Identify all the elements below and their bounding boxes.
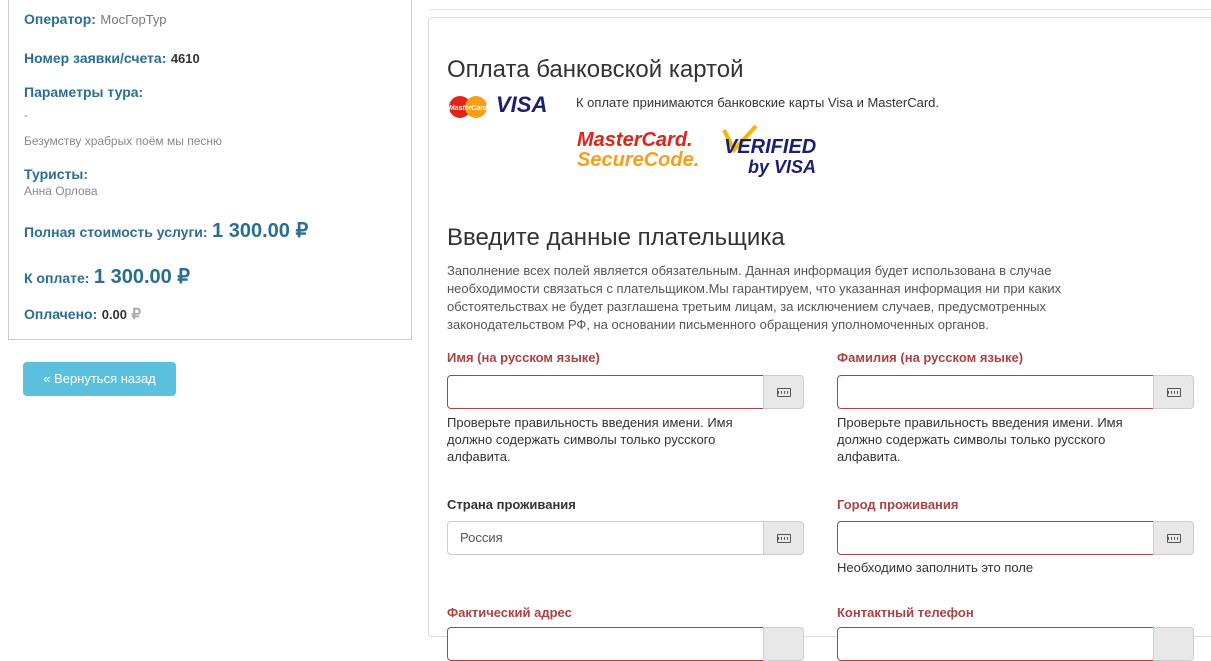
keyboard-icon [1166,533,1181,543]
city-keyboard-button[interactable] [1153,521,1194,555]
help-line: алфавита. [447,449,511,464]
intro-line: обстоятельствах не будет разглашена трет… [447,299,1047,314]
phone-label: Контактный телефон [837,605,974,620]
to-pay-value: 1 300.00 ₽ [93,266,191,288]
securecode-line2: SecureCode. [577,149,700,171]
tour-params-dash: - [24,108,28,122]
last-name-help: Проверьте правильность введения имени. И… [837,414,1123,465]
securecode-line1: MasterCard. [577,129,693,151]
country-label: Страна проживания [447,497,576,512]
country-keyboard-button[interactable] [763,521,804,555]
paid-label: Оплачено: [24,306,98,322]
last-name-keyboard-button[interactable] [1153,375,1194,409]
intro-line: Заполнение всех полей является обязатель… [447,263,1052,278]
tour-params-label: Параметры тура: [24,84,144,100]
mastercard-logo: MasterCard [446,94,490,120]
full-cost-value: 1 300.00 ₽ [212,220,309,242]
back-button[interactable]: « Вернуться назад [23,362,176,396]
first-name-help: Проверьте правильность введения имени. И… [447,414,733,465]
keyboard-icon [1166,387,1181,397]
visa-logo: VISA [496,92,548,117]
full-cost-label: Полная стоимость услуги: [24,224,208,240]
intro-line: необходимости связаться с плательщиком.М… [447,281,1062,296]
mastercard-securecode-logo: MasterCard. SecureCode. [577,130,699,170]
order-number-value: 4610 [170,51,200,66]
order-number-row: Номер заявки/счета: 4610 [24,50,200,68]
last-name-input[interactable] [837,375,1154,409]
address-label: Фактический адрес [447,605,572,620]
keyboard-icon [776,533,791,543]
help-line: Проверьте правильность введения имени. И… [447,415,733,430]
intro-line: законодательством РФ, на основании письм… [447,317,989,332]
vbv-line2: by VISA [748,157,817,177]
tour-params-text: Безумству храбрых поём мы песню [24,134,222,148]
to-pay-row: К оплате: 1 300.00 ₽ [24,264,190,289]
vbv-line1: VERIFIED [724,136,817,158]
phone-keyboard-button[interactable] [1153,627,1194,661]
order-summary-panel: Оператор: МосГорТур Номер заявки/счета: … [8,0,412,340]
paid-value: 0.00 [101,307,128,322]
tourists-label: Туристы: [24,166,89,182]
payment-title: Оплата банковской картой [447,56,744,83]
order-number-label: Номер заявки/счета: [24,50,167,66]
operator-label: Оператор: [24,11,96,27]
help-line: должно содержать символы только русского [447,432,716,447]
ruble-icon: ₽ [131,306,142,323]
help-line: должно содержать символы только русского [837,432,1106,447]
to-pay-label: К оплате: [24,270,90,286]
help-line: алфавита. [837,449,901,464]
first-name-label: Имя (на русском языке) [447,350,600,365]
first-name-keyboard-button[interactable] [763,375,804,409]
payer-intro: Заполнение всех полей является обязатель… [447,262,1187,334]
address-keyboard-button[interactable] [763,627,804,661]
top-divider [430,9,1211,10]
first-name-input[interactable] [447,375,764,409]
city-help: Необходимо заполнить это поле [837,560,1034,575]
mastercard-logo-icon: MasterCard [449,96,488,118]
city-label: Город проживания [837,497,959,512]
city-input[interactable] [837,521,1154,555]
mastercard-small-text: MasterCard [449,105,488,112]
paid-row: Оплачено: 0.00 ₽ [24,305,141,324]
cards-accepted-text: К оплате принимаются банковские карты Vi… [576,95,939,110]
full-cost-row: Полная стоимость услуги: 1 300.00 ₽ [24,218,308,243]
verified-by-visa-logo: VERIFIED by VISA [720,124,830,180]
phone-input[interactable] [837,627,1154,661]
keyboard-icon [776,387,791,397]
payer-title: Введите данные плательщика [447,224,785,251]
address-input[interactable] [447,627,764,661]
help-line: Проверьте правильность введения имени. И… [837,415,1123,430]
country-input[interactable]: Россия [447,521,764,555]
tourists-value: Анна Орлова [24,184,98,198]
operator-row: Оператор: МосГорТур [24,11,167,29]
operator-value: МосГорТур [100,12,167,27]
last-name-label: Фамилия (на русском языке) [837,350,1024,365]
